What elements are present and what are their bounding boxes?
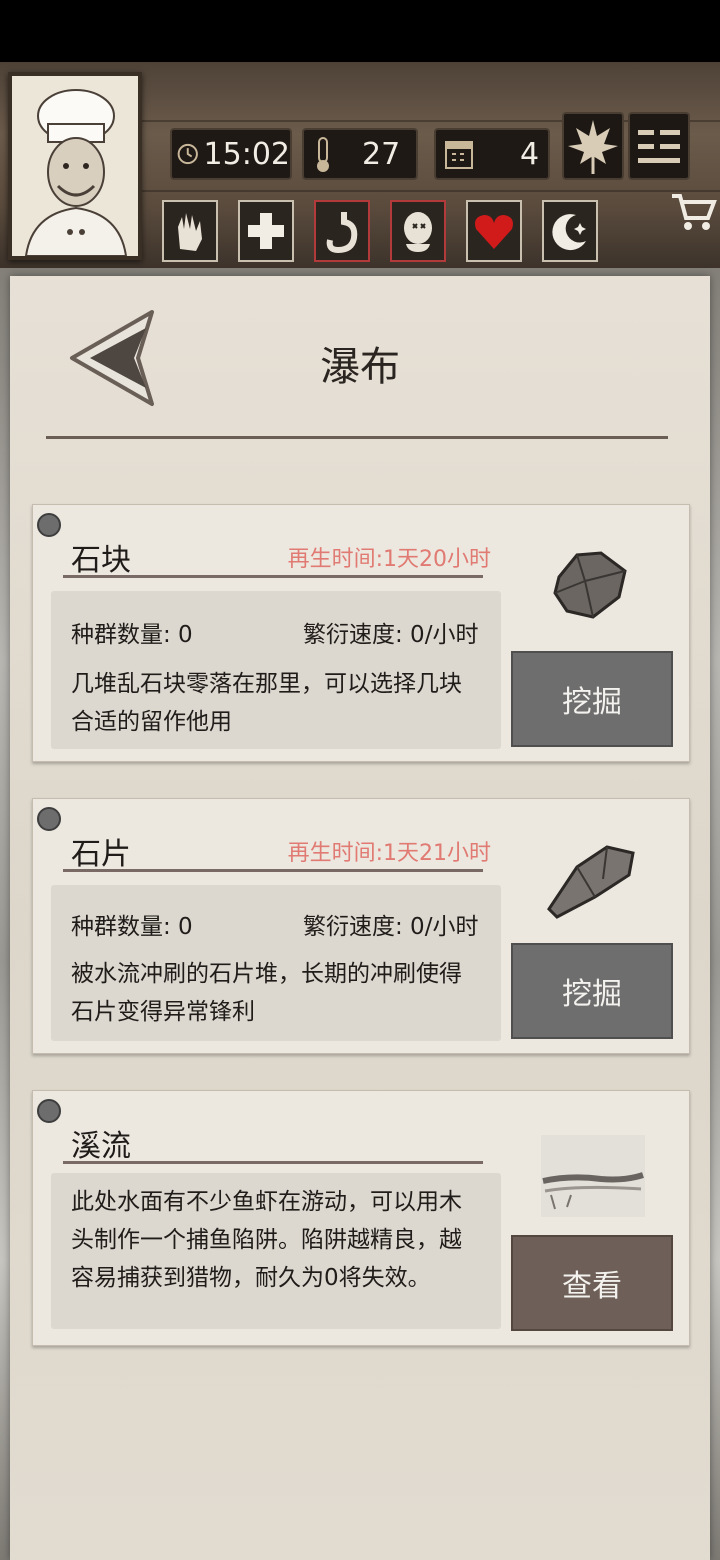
hand-status[interactable] [162,200,218,262]
resource-description: 被水流冲刷的石片堆，长期的冲刷使得 石片变得异常锋利 [71,955,491,1031]
pin-icon [37,1099,61,1123]
mental-status[interactable] [390,200,446,262]
sleep-status[interactable] [542,200,598,262]
growth-rate: 繁衍速度: 0/小时 [303,622,479,648]
time-value: 15:02 [203,136,290,172]
heart-icon [475,215,513,249]
day-display: 4 [434,128,550,180]
back-arrow-icon [70,310,154,406]
name-divider [63,869,483,872]
population-count: 种群数量: 0 [71,622,193,648]
description-line: 石片变得异常锋利 [71,999,255,1025]
hand-icon [178,213,202,251]
thermometer-icon [317,137,329,172]
chef-portrait[interactable] [8,72,142,260]
clock-icon [177,143,198,165]
title-divider [46,436,668,439]
population-count: 种群数量: 0 [71,914,193,940]
dig-button[interactable]: 挖掘 [511,651,673,747]
page-title: 瀑布 [320,344,400,390]
leaf-button[interactable] [562,112,624,180]
hunger-status[interactable] [314,200,370,262]
view-button[interactable]: 查看 [511,1235,673,1331]
resource-card-stone-flake: 石片 再生时间:1天21小时 种群数量: 0 繁衍速度: 0/小时 被水流冲刷的… [32,798,690,1054]
name-divider [63,575,483,578]
description-line: 合适的留作他用 [71,709,232,735]
chef-avatar-icon [12,76,138,257]
pin-icon [37,513,61,537]
menu-button[interactable] [628,112,690,180]
system-status-bar [0,0,720,62]
stream-icon [541,1135,645,1217]
resource-description: 此处水面有不少鱼虾在游动，可以用木 头制作一个捕鱼陷阱。陷阱越精良，越 容易捕获… [71,1183,491,1297]
description-line: 几堆乱石块零落在那里，可以选择几块 [71,671,462,697]
leaf-icon [568,120,618,174]
temperature-display: 27 [302,128,418,180]
resource-card-stream: 溪流 此处水面有不少鱼虾在游动，可以用木 头制作一个捕鱼陷阱。陷阱越精良，越 容… [32,1090,690,1346]
back-button[interactable] [68,308,158,408]
cart-icon [672,194,717,230]
growth-rate: 繁衍速度: 0/小时 [303,914,479,940]
temperature-value: 27 [362,136,401,172]
resource-name: 溪流 [71,1129,131,1164]
heart-status[interactable] [466,200,522,262]
dig-button[interactable]: 挖掘 [511,943,673,1039]
description-line: 此处水面有不少鱼虾在游动，可以用木 [71,1189,462,1215]
resource-name: 石片 [71,837,131,872]
regen-time: 再生时间:1天21小时 [287,841,491,866]
health-status[interactable] [238,200,294,262]
pin-icon [37,807,61,831]
time-display: 15:02 [170,128,292,180]
resource-description: 几堆乱石块零落在那里，可以选择几块 合适的留作他用 [71,665,491,741]
description-line: 头制作一个捕鱼陷阱。陷阱越精良，越 [71,1227,462,1253]
description-line: 被水流冲刷的石片堆，长期的冲刷使得 [71,961,462,987]
cross-icon [248,213,284,249]
regen-time: 再生时间:1天20小时 [287,547,491,572]
stone-icon [553,551,627,619]
description-line: 容易捕获到猎物，耐久为0将失效。 [71,1265,431,1291]
calendar-icon [445,141,473,169]
head-icon [404,212,432,252]
day-value: 4 [520,136,540,172]
moon-icon [552,214,586,251]
menu-icon [638,130,680,163]
stomach-icon [326,212,358,254]
resource-name: 石块 [71,543,131,578]
stone-flake-icon [547,845,635,919]
resource-card-stone: 石块 再生时间:1天20小时 种群数量: 0 繁衍速度: 0/小时 几堆乱石块零… [32,504,690,762]
plank-line [140,190,720,192]
shop-button[interactable] [668,190,718,234]
name-divider [63,1161,483,1164]
